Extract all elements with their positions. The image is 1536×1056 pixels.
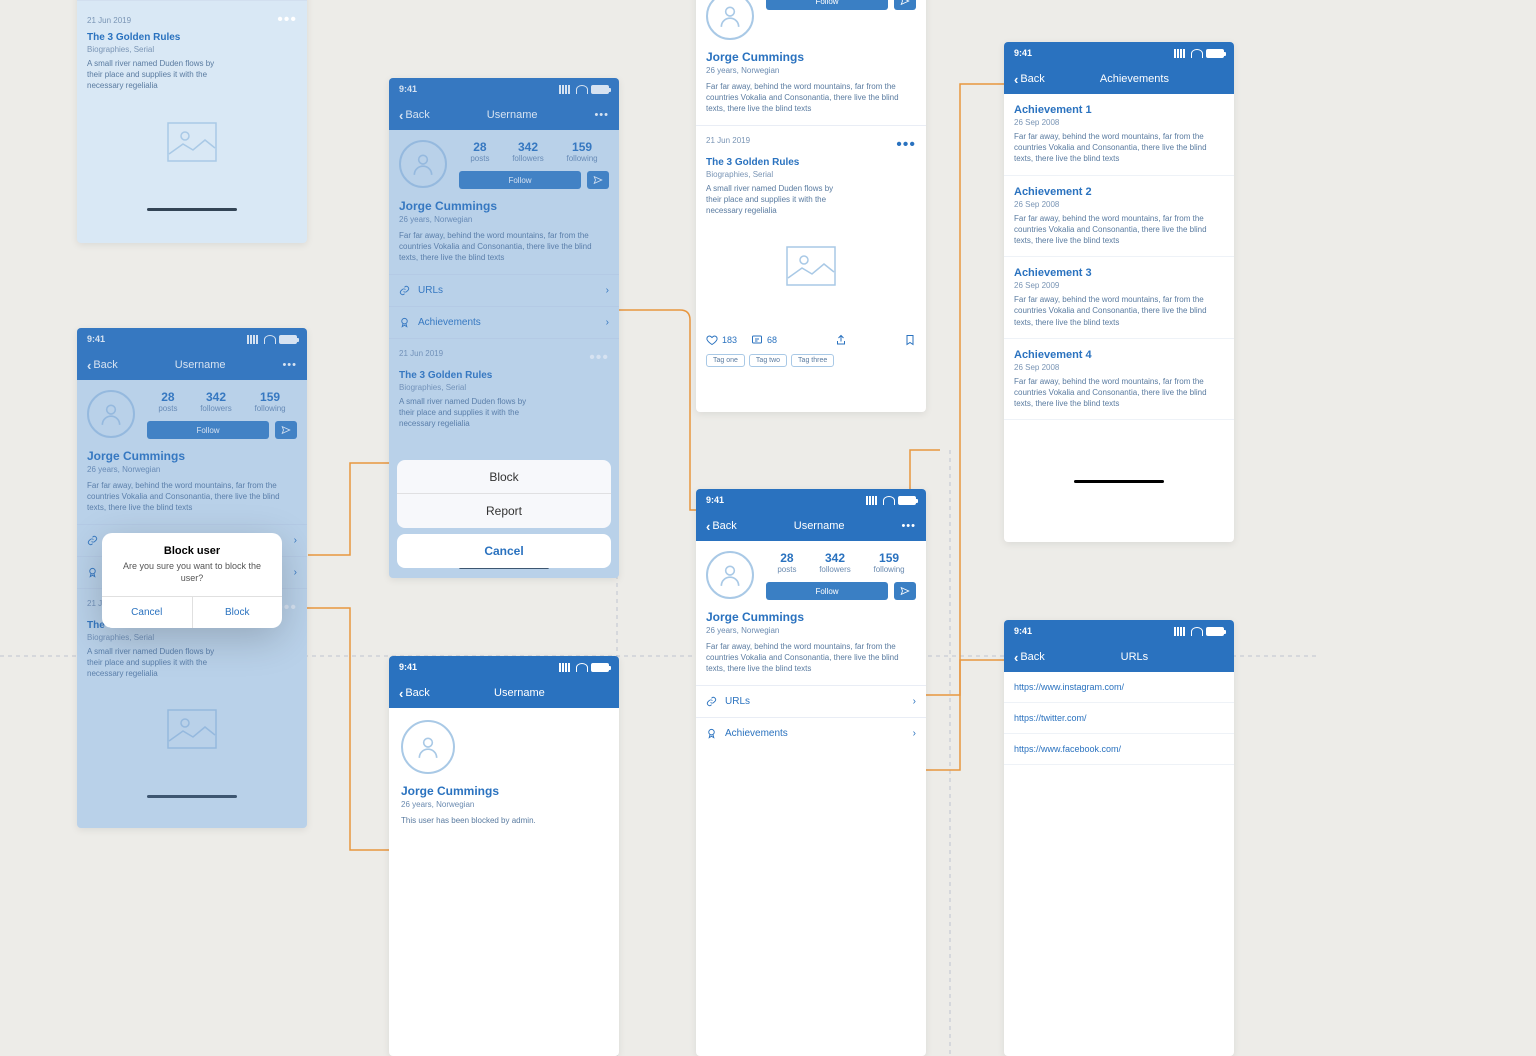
screen-block-dialog: 9:41 ‹BackUsername••• 28posts342follower… (77, 328, 307, 828)
achievement-item[interactable]: Achievement 126 Sep 2008Far far away, be… (1004, 94, 1234, 176)
screen-achievements: 9:41 ‹BackAchievements Achievement 126 S… (1004, 42, 1234, 542)
modal-message: Are you sure you want to block the user? (102, 561, 282, 596)
image-placeholder-icon (87, 689, 297, 769)
back-button[interactable]: ‹Back (1014, 650, 1045, 665)
link-achievements[interactable]: Achievements› (696, 717, 926, 749)
more-icon[interactable]: ••• (901, 520, 916, 532)
post-category: Biographies, Serial (87, 45, 297, 54)
back-button[interactable]: ‹Back (706, 519, 737, 534)
modal-block-button[interactable]: Block (193, 597, 283, 628)
block-user-modal: Block user Are you sure you want to bloc… (102, 533, 282, 628)
profile-name: Jorge Cummings (87, 449, 297, 463)
back-button[interactable]: ‹Back (399, 108, 430, 123)
comment-button[interactable]: 68 (751, 334, 777, 346)
like-button[interactable]: 183 (706, 334, 737, 346)
follow-button[interactable]: Follow (147, 421, 269, 439)
home-indicator (147, 208, 237, 211)
nav-title: URLs (1045, 651, 1224, 663)
stat-posts[interactable]: 28posts (777, 551, 796, 574)
chevron-right-icon: › (294, 535, 297, 546)
share-button[interactable] (275, 421, 297, 439)
link-achievements[interactable]: Achievements› (389, 306, 619, 338)
link-icon (706, 696, 717, 707)
back-button[interactable]: ‹Back (399, 686, 430, 701)
post-more-icon[interactable]: ••• (896, 136, 916, 154)
url-item[interactable]: https://twitter.com/ (1004, 703, 1234, 734)
screen-urls: 9:41 ‹BackURLs https://www.instagram.com… (1004, 620, 1234, 1056)
medal-icon (706, 728, 717, 739)
chevron-left-icon: ‹ (87, 358, 91, 373)
sheet-block-button[interactable]: Block (397, 460, 611, 494)
screen-profile-detail-partial: 21 Jun 2019 ••• The 3 Golden Rules Biogra… (77, 0, 307, 243)
nav-title: Username (118, 359, 283, 371)
follow-button[interactable]: Follow (459, 171, 581, 189)
tag[interactable]: Tag one (706, 354, 745, 367)
link-urls[interactable]: URLs› (696, 685, 926, 717)
profile-bio: Far far away, behind the word mountains,… (706, 641, 916, 675)
avatar (706, 551, 754, 599)
engagement-bar: 183 68 (696, 326, 926, 354)
url-item[interactable]: https://www.facebook.com/ (1004, 734, 1234, 765)
avatar (87, 390, 135, 438)
modal-title: Block user (102, 533, 282, 561)
screen-blocked-user: 9:41 ‹BackUsername Jorge Cummings 26 yea… (389, 656, 619, 1056)
chevron-right-icon: › (913, 696, 916, 707)
medal-icon (87, 567, 98, 578)
action-sheet: Block Report (397, 460, 611, 528)
screen-profile-post: Follow Jorge Cummings26 years, Norwegian… (696, 0, 926, 412)
modal-cancel-button[interactable]: Cancel (102, 597, 193, 628)
sheet-cancel-button[interactable]: Cancel (397, 534, 611, 568)
profile-meta: 26 years, Norwegian (87, 465, 297, 474)
profile-name: Jorge Cummings (706, 610, 916, 624)
more-icon[interactable]: ••• (282, 359, 297, 371)
profile-meta: 26 years, Norwegian (706, 626, 916, 635)
follow-button[interactable]: Follow (766, 0, 888, 10)
signal-icon (247, 335, 261, 344)
share-button[interactable] (587, 171, 609, 189)
back-button[interactable]: ‹Back (87, 358, 118, 373)
post-description: A small river named Duden flows by their… (87, 58, 217, 92)
stat-followers[interactable]: 342followers (819, 551, 851, 574)
screen-profile-main: 9:41 ‹BackUsername••• 28posts342follower… (696, 489, 926, 1056)
battery-icon (279, 335, 297, 344)
share-button[interactable] (894, 582, 916, 600)
post-date: 21 Jun 2019 (87, 16, 131, 25)
back-button[interactable]: ‹Back (1014, 72, 1045, 87)
image-placeholder-icon (87, 102, 297, 182)
more-icon[interactable]: ••• (594, 109, 609, 121)
tag[interactable]: Tag three (791, 354, 834, 367)
sheet-report-button[interactable]: Report (397, 494, 611, 528)
status-bar: 9:41 (77, 328, 307, 350)
share-icon[interactable] (835, 334, 847, 346)
share-button[interactable] (894, 0, 916, 10)
follow-button[interactable]: Follow (766, 582, 888, 600)
blocked-message: This user has been blocked by admin. (401, 815, 607, 826)
url-item[interactable]: https://www.instagram.com/ (1004, 672, 1234, 703)
achievement-item[interactable]: Achievement 326 Sep 2009Far far away, be… (1004, 257, 1234, 339)
profile-meta: 26 years, Norwegian (401, 800, 607, 809)
stat-following[interactable]: 159following (874, 551, 905, 574)
profile-name: Jorge Cummings (401, 784, 607, 798)
profile-bio: Far far away, behind the word mountains,… (87, 480, 297, 514)
achievement-item[interactable]: Achievement 226 Sep 2008Far far away, be… (1004, 176, 1234, 258)
avatar (401, 720, 455, 774)
bookmark-icon[interactable] (904, 334, 916, 346)
wifi-icon (264, 335, 276, 344)
post-more-icon[interactable]: ••• (277, 11, 297, 29)
achievement-item[interactable]: Achievement 426 Sep 2008Far far away, be… (1004, 339, 1234, 421)
link-icon (87, 535, 98, 546)
link-urls[interactable]: URLs› (389, 274, 619, 306)
tag[interactable]: Tag two (749, 354, 787, 367)
post-title: The 3 Golden Rules (87, 32, 297, 43)
nav-title: Achievements (1045, 73, 1224, 85)
screen-action-sheet: 9:41 ‹BackUsername••• 28posts342follower… (389, 78, 619, 578)
nav-bar: ‹BackUsername••• (77, 350, 307, 380)
